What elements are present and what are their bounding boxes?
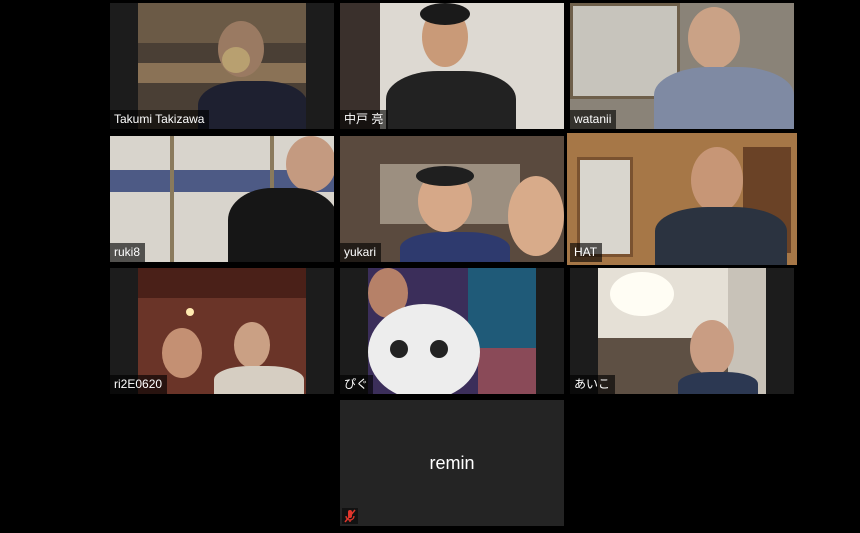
video-tile-ruki8[interactable]: ruki8 bbox=[110, 136, 334, 262]
participant-name-label: watanii bbox=[570, 110, 617, 129]
participant-name-label: HAT bbox=[570, 243, 603, 262]
muted-microphone-icon bbox=[342, 508, 358, 524]
participant-name-label: Takumi Takizawa bbox=[110, 110, 210, 129]
participant-video bbox=[368, 268, 536, 394]
participant-name-label: ぴぐ bbox=[340, 375, 374, 394]
video-tile-pigu[interactable]: ぴぐ bbox=[340, 268, 564, 394]
participant-name-label: ruki8 bbox=[110, 243, 146, 262]
video-tile-remin[interactable]: remin bbox=[340, 400, 564, 526]
video-tile-watanii[interactable]: watanii bbox=[570, 3, 794, 129]
participant-name-label: 中戸 亮 bbox=[340, 110, 389, 129]
video-tile-ri2e0620[interactable]: ri2E0620 bbox=[110, 268, 334, 394]
participant-name-placeholder: remin bbox=[429, 453, 475, 473]
participant-video bbox=[598, 268, 766, 394]
video-tile-aiko[interactable]: あいこ bbox=[570, 268, 794, 394]
video-tile-takumi-takizawa[interactable]: Takumi Takizawa bbox=[110, 3, 334, 129]
participant-name-label: ri2E0620 bbox=[110, 375, 168, 394]
video-tile-nakato-ryo[interactable]: 中戸 亮 bbox=[340, 3, 564, 129]
video-tile-hat[interactable]: HAT bbox=[567, 133, 797, 265]
participant-name-label: yukari bbox=[340, 243, 382, 262]
video-tile-yukari[interactable]: yukari bbox=[340, 136, 564, 262]
participant-name-label: あいこ bbox=[570, 375, 616, 394]
